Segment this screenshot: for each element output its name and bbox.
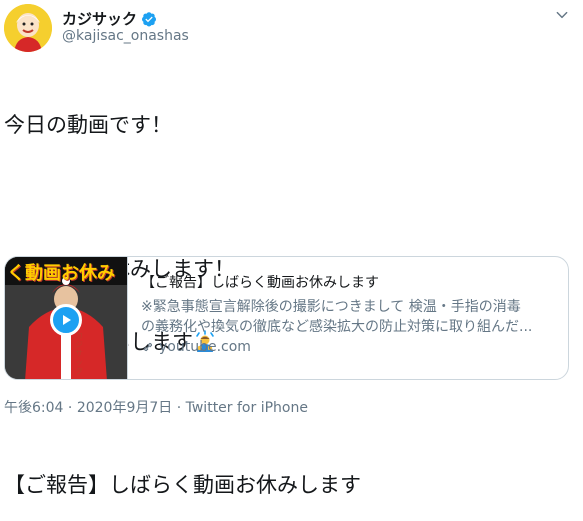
meta-separator: · — [67, 400, 73, 416]
link-icon — [143, 342, 153, 352]
card-domain-text: youtube.com — [159, 339, 251, 355]
card-title[interactable]: 【ご報告】しばらく動画お休みします — [141, 273, 558, 293]
tweet-menu-button[interactable] — [553, 6, 571, 24]
tweet-line — [4, 185, 574, 209]
tweet-meta: 午後6:04 · 2020年9月7日 · Twitter for iPhone — [4, 397, 308, 417]
card-description: ※緊急事態宣言解除後の撮影につきまして 検温・手指の消毒 の義務化や換気の徹底な… — [141, 297, 558, 337]
thumbnail-caption: く動画お休み — [7, 263, 115, 284]
card-description-line: ※緊急事態宣言解除後の撮影につきまして 検温・手指の消毒 — [141, 299, 521, 315]
tweet-date[interactable]: 2020年9月7日 — [77, 400, 172, 416]
meta-separator: · — [176, 400, 182, 416]
chevron-down-icon — [556, 11, 568, 19]
tweet-source[interactable]: Twitter for iPhone — [186, 400, 308, 416]
play-icon — [63, 315, 71, 325]
thumbnail-badge: カジサック — [75, 331, 83, 376]
avatar[interactable] — [4, 4, 52, 52]
play-button[interactable] — [50, 304, 82, 336]
card-domain: youtube.com — [141, 339, 558, 355]
author-handle[interactable]: @kajisac_onashas — [62, 28, 189, 44]
tweet-line: 今日の動画です！ — [4, 113, 172, 137]
card-body[interactable]: 【ご報告】しばらく動画お休みします ※緊急事態宣言解除後の撮影につきまして 検温… — [141, 273, 558, 355]
avatar-image — [4, 4, 52, 52]
author-display-name[interactable]: カジサック — [62, 8, 157, 29]
video-thumbnail[interactable]: く動画お休み カジサック — [5, 257, 128, 379]
display-name-text[interactable]: カジサック — [62, 8, 137, 29]
card-description-line: の義務化や換気の徹底など感染拡大の防止対策に取り組んだ... — [141, 319, 533, 335]
link-card[interactable]: く動画お休み カジサック 【ご報告】しばらく動画お休みします ※緊急事態宣言解除… — [4, 256, 569, 380]
tweet-time[interactable]: 午後6:04 — [4, 400, 63, 416]
tweet-line: 【ご報告】しばらく動画お休みします — [4, 473, 361, 497]
verified-badge-icon — [142, 11, 157, 26]
